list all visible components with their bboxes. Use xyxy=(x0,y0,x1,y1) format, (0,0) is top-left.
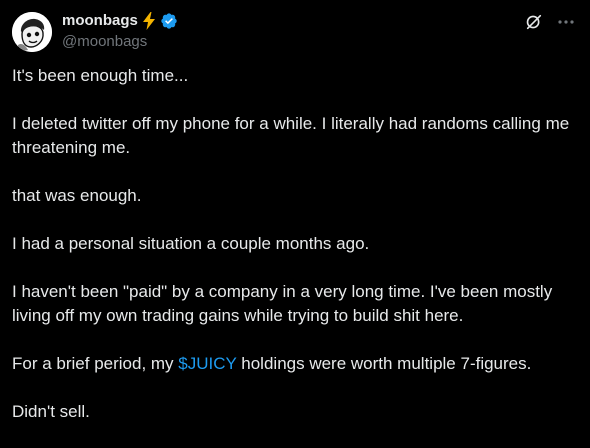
tweet-body: It's been enough time... I deleted twitt… xyxy=(12,64,578,448)
author-handle[interactable]: @moonbags xyxy=(62,32,147,52)
tweet-paragraph: I deleted twitter off my phone for a whi… xyxy=(12,114,574,157)
grok-icon[interactable] xyxy=(524,12,544,32)
cashtag-text-after: holdings were worth multiple 7-figures. xyxy=(236,354,532,373)
tweet: moonbags @moonbags It's been enough time… xyxy=(0,0,590,431)
author-name-row: moonbags xyxy=(62,11,178,31)
tweet-paragraph-cashtag: For a brief period, my $JUICY holdings w… xyxy=(12,352,578,376)
more-icon[interactable] xyxy=(556,12,576,32)
tweet-paragraph: Didn't sell. xyxy=(12,402,90,421)
tweet-paragraph: that was enough. xyxy=(12,186,142,205)
tweet-paragraph: I haven't been "paid" by a company in a … xyxy=(12,282,557,325)
avatar[interactable] xyxy=(12,12,52,52)
tweet-paragraph: I had a personal situation a couple mont… xyxy=(12,234,370,253)
cashtag-text-before: For a brief period, my xyxy=(12,354,179,373)
cashtag-link[interactable]: $JUICY xyxy=(178,354,236,373)
tweet-actions-top xyxy=(524,12,576,32)
verified-badge-icon xyxy=(160,12,178,30)
lightning-icon xyxy=(141,12,157,30)
tweet-paragraph: It's been enough time... xyxy=(12,66,189,85)
display-name[interactable]: moonbags xyxy=(62,11,138,31)
